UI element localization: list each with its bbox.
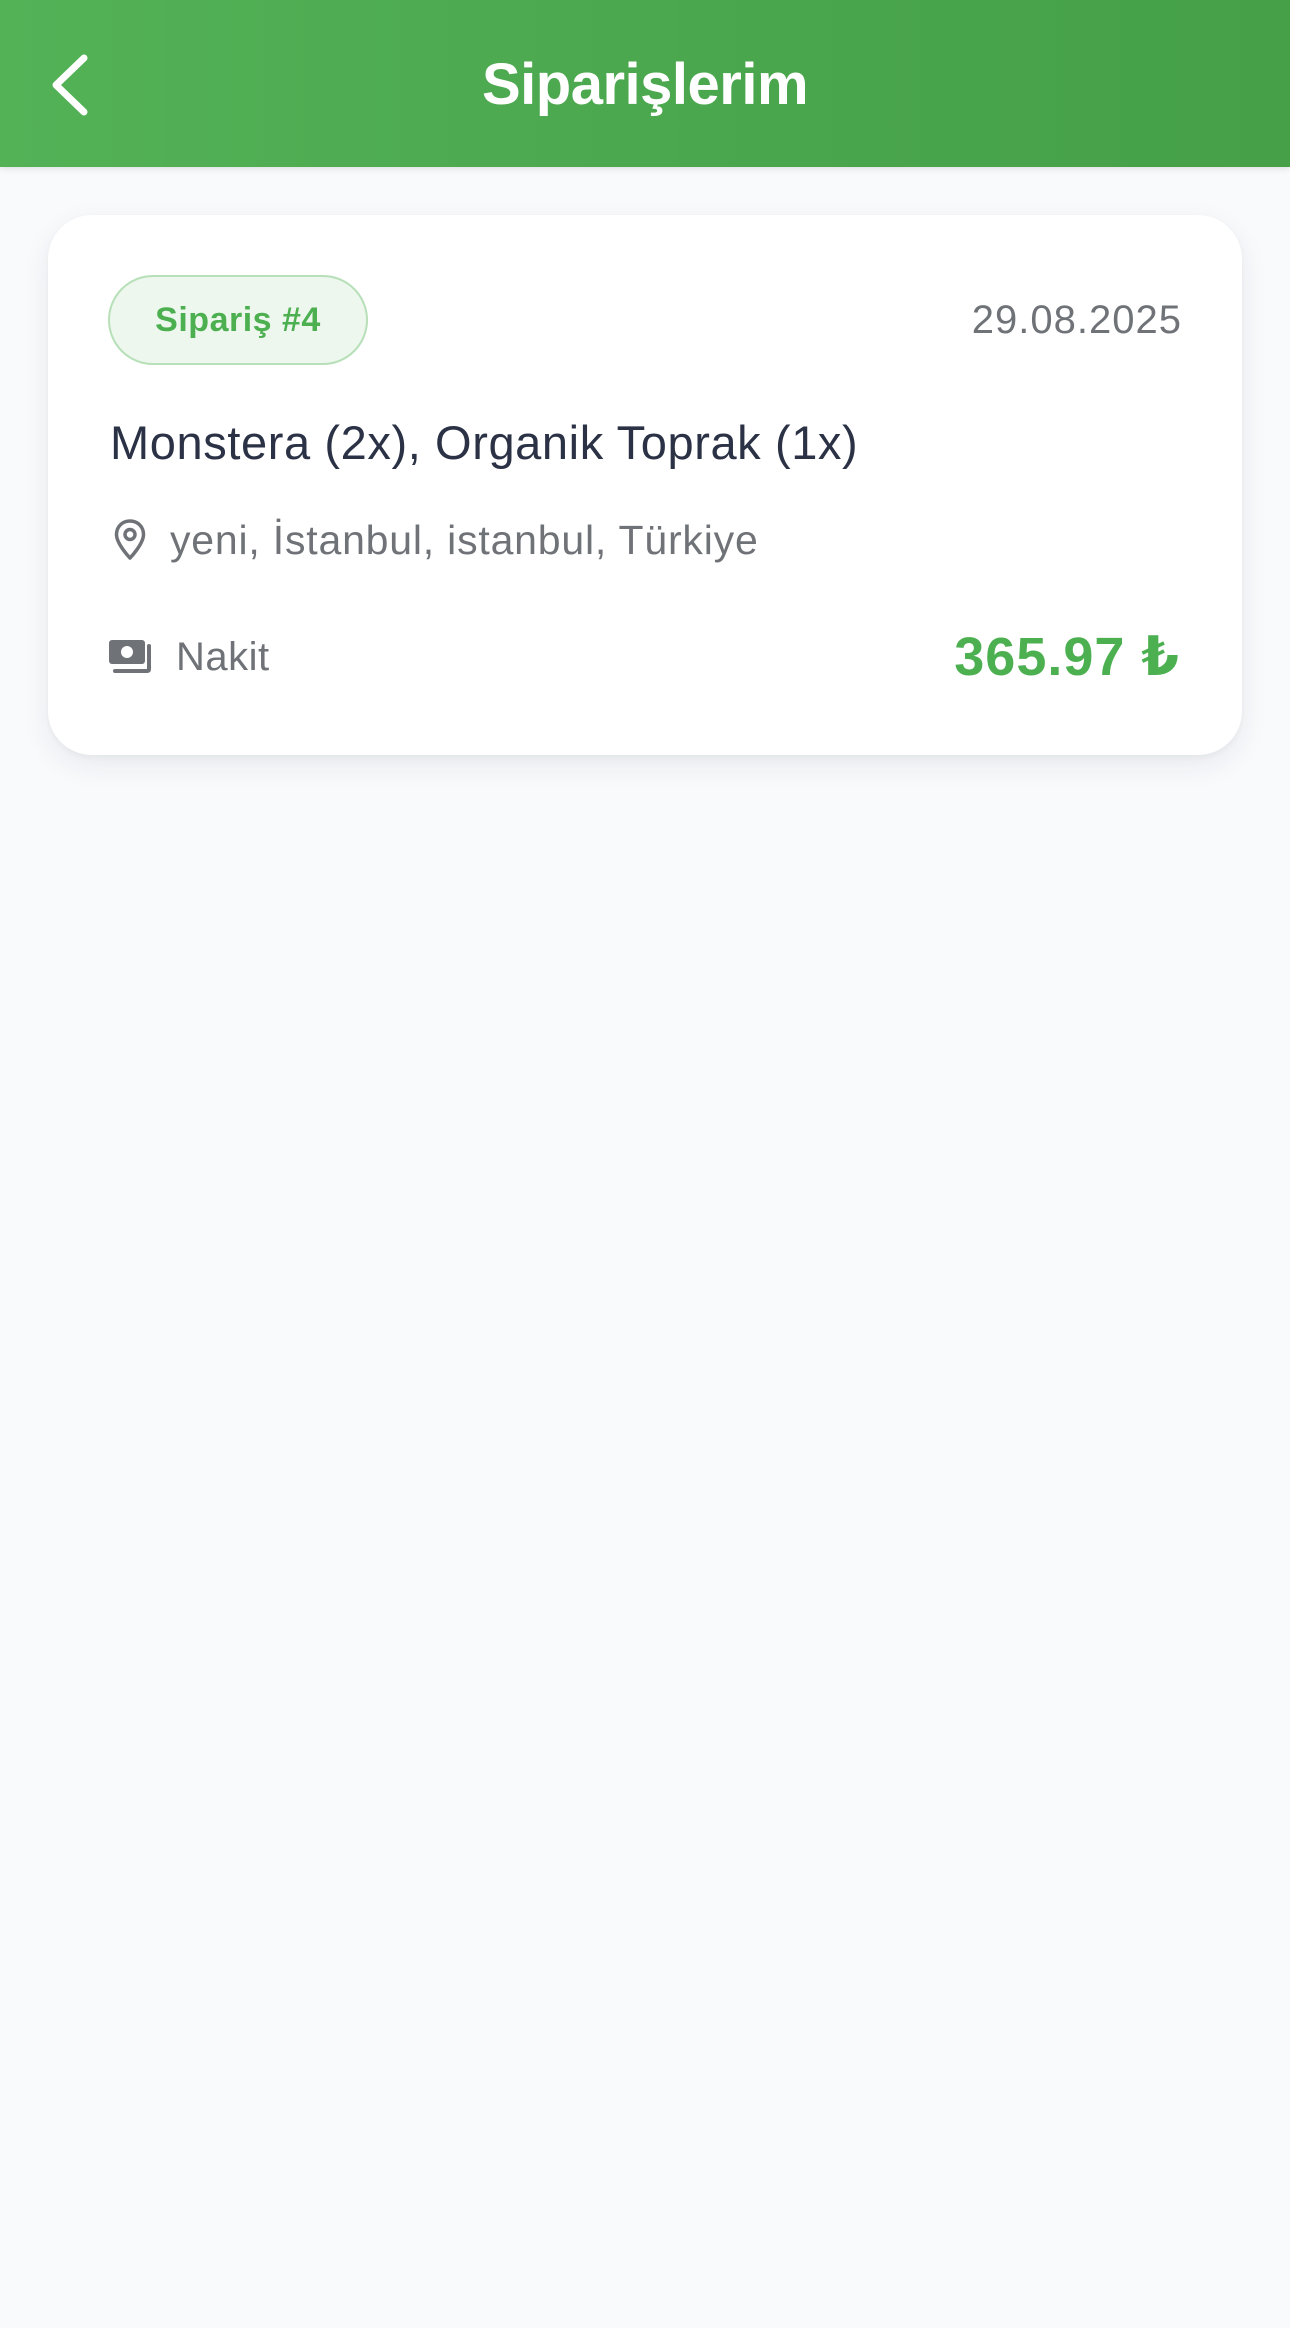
payment-method: Nakit: [176, 635, 270, 679]
page-title: Siparişlerim: [481, 52, 809, 117]
order-items: Monstera (2x), Organik Toprak (1x): [110, 416, 859, 469]
order-date: 29.08.2025: [971, 298, 1182, 342]
payment-row: Nakit: [108, 633, 270, 681]
location-pin-icon: [110, 516, 150, 564]
app-bar: Siparişlerim: [0, 0, 1290, 167]
address-row: yeni, İstanbul, istanbul, Türkiye: [110, 515, 759, 565]
order-address: yeni, İstanbul, istanbul, Türkiye: [170, 517, 759, 563]
orders-list: Sipariş #4 29.08.2025 Monstera (2x), Org…: [48, 215, 1242, 755]
cash-icon: [108, 637, 154, 677]
order-card[interactable]: Sipariş #4 29.08.2025 Monstera (2x), Org…: [48, 215, 1242, 755]
order-total: 365.97 ₺: [954, 627, 1180, 687]
order-number-badge: Sipariş #4: [108, 275, 368, 365]
